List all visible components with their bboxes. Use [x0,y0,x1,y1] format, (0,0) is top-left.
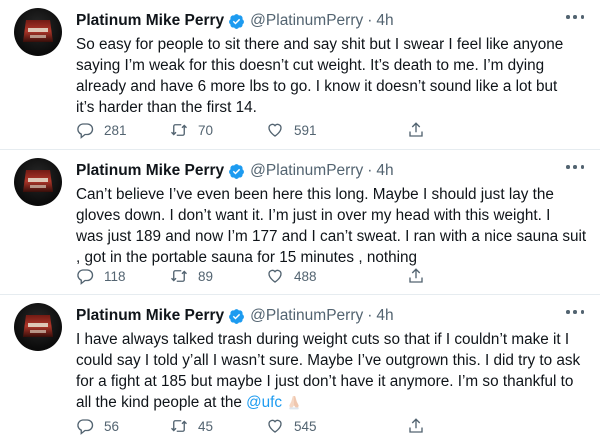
tweet-text: I have always talked trash during weight… [76,329,588,413]
retweet-button[interactable]: 70 [170,121,213,139]
like-icon [268,419,282,433]
like-icon [268,123,282,137]
tweet-text-fragment: all the kind people at the [76,394,242,411]
folded-hands-icon [289,396,299,410]
tweet-text-line: could say I told y’all I wasn’t sure. Ma… [76,352,581,369]
reply-count: 56 [104,418,120,434]
tweet-text: Can’t believe I’ve even been here this l… [76,184,588,268]
tweet-header: Platinum Mike Perry @PlatinumPerry · 4h [76,160,394,182]
retweet-count: 45 [198,418,214,434]
display-name[interactable]: Platinum Mike Perry [76,162,224,180]
timestamp[interactable]: 4h [376,12,393,30]
retweet-button[interactable]: 45 [170,417,213,435]
avatar[interactable] [14,158,62,206]
avatar[interactable] [14,8,62,56]
timestamp[interactable]: 4h [376,307,393,325]
verified-badge-icon [229,163,245,179]
tweet[interactable]: Platinum Mike Perry @PlatinumPerry · 4h … [0,0,600,150]
tweet-text-line: I have always talked trash during weight… [76,331,570,348]
separator-dot: · [367,307,373,324]
display-name[interactable]: Platinum Mike Perry [76,307,224,325]
tweet-text-line: saying I’m weak for this doesn’t cut wei… [76,57,545,74]
verified-badge-icon [229,308,245,324]
tweet-text: So easy for people to sit there and say … [76,34,588,118]
tweet-header: Platinum Mike Perry @PlatinumPerry · 4h [76,305,394,327]
tweet-text-line: Can’t believe I’ve even been here this l… [76,186,554,203]
reply-count: 118 [104,268,126,284]
mention-link[interactable]: @ufc [246,394,282,411]
handle[interactable]: @PlatinumPerry [250,162,363,180]
retweet-count: 89 [198,268,214,284]
like-count: 591 [294,122,317,138]
separator-dot: · [367,162,373,179]
like-button[interactable]: 488 [266,267,317,285]
more-options-icon[interactable] [566,309,584,315]
retweet-count: 70 [198,122,214,138]
tweet-text-line: for a fight at 185 but maybe I just don’… [76,373,574,390]
reply-icon [77,123,94,139]
tweet-text-line: it’s harder than the first 14. [76,99,257,116]
tweet-actions: 118 89 488 [76,266,506,286]
reply-icon [77,419,94,435]
avatar[interactable] [14,303,62,351]
reply-icon [77,269,94,285]
tweet-header: Platinum Mike Perry @PlatinumPerry · 4h [76,10,394,32]
share-icon [409,268,423,283]
handle[interactable]: @PlatinumPerry [250,12,363,30]
share-button[interactable] [407,121,425,139]
more-options-icon[interactable] [566,164,584,170]
tweet-actions: 281 70 591 [76,120,506,140]
tweet[interactable]: Platinum Mike Perry @PlatinumPerry · 4h … [0,150,600,295]
timestamp[interactable]: 4h [376,162,393,180]
handle[interactable]: @PlatinumPerry [250,307,363,325]
like-count: 488 [294,268,317,284]
separator-dot: · [367,12,373,29]
tweet-text-line: all the kind people at the @ufc [76,392,588,413]
tweet-text-line: already and have 6 more lbs to go. I kno… [76,78,558,95]
like-count: 545 [294,418,317,434]
tweet-text-line: was just 189 and now I’m 177 and I can’t… [76,228,587,245]
share-button[interactable] [407,417,425,435]
like-button[interactable]: 591 [266,121,317,139]
verified-badge-icon [229,13,245,29]
tweet-text-line: gloves down. I don’t want it. I’m just i… [76,207,551,224]
reply-button[interactable]: 281 [76,121,127,139]
reply-button[interactable]: 118 [76,267,126,285]
reply-button[interactable]: 56 [76,417,119,435]
like-button[interactable]: 545 [266,417,317,435]
like-icon [268,269,282,283]
tweet[interactable]: Platinum Mike Perry @PlatinumPerry · 4h … [0,295,600,448]
retweet-icon [171,270,187,282]
tweet-text-line: , got in the portable sauna for 15 minut… [76,249,418,266]
tweet-text-line: So easy for people to sit there and say … [76,36,564,53]
retweet-icon [171,124,187,136]
display-name[interactable]: Platinum Mike Perry [76,12,224,30]
retweet-button[interactable]: 89 [170,267,213,285]
share-icon [409,122,423,137]
share-button[interactable] [407,267,425,285]
tweet-actions: 56 45 545 [76,416,506,436]
retweet-icon [171,420,187,432]
reply-count: 281 [104,122,127,138]
share-icon [409,418,423,433]
more-options-icon[interactable] [566,14,584,20]
